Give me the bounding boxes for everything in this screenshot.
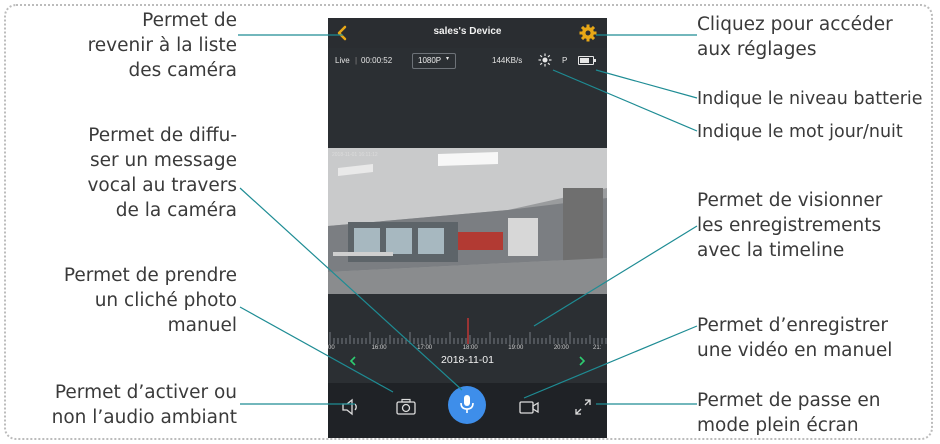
leader-talk [239,187,463,391]
leader-daynight [552,69,698,132]
leader-timeline [533,225,698,327]
leader-snapshot [239,306,394,393]
callout-lines [238,34,698,405]
leader-battery [595,69,698,99]
leader-record [523,325,698,399]
